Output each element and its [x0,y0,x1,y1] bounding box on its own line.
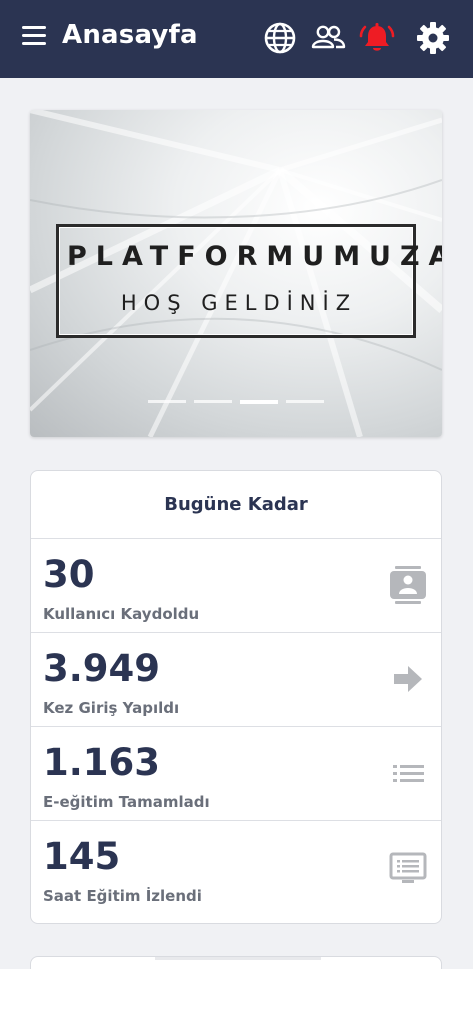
banner-heading: PLATFORMUMUZA [67,241,442,272]
list-icon [389,753,427,793]
carousel-dot[interactable] [194,400,232,403]
stat-label: Kez Giriş Yapıldı [43,699,180,717]
arrow-right-icon [389,659,427,699]
welcome-banner-carousel[interactable]: PLATFORMUMUZA HOŞ GELDİNİZ [30,110,442,437]
next-card-handle [155,957,321,960]
carousel-dot-active[interactable] [240,400,278,404]
main-content: PLATFORMUMUZA HOŞ GELDİNİZ Bugüne Kadar … [0,78,473,969]
banner-welcome-frame: PLATFORMUMUZA HOŞ GELDİNİZ [56,224,442,338]
stats-card: Bugüne Kadar 30 Kullanıcı Kaydoldu 3.949… [30,470,442,924]
stats-card-title: Bugüne Kadar [31,471,441,539]
stat-value: 30 [43,553,95,596]
monitor-icon [389,847,427,887]
carousel-dot[interactable] [286,400,324,403]
stat-value: 3.949 [43,647,161,690]
stat-row-registered-users: 30 Kullanıcı Kaydoldu [31,539,441,633]
stat-row-logins: 3.949 Kez Giriş Yapıldı [31,633,441,727]
next-card [30,956,442,969]
carousel-dot[interactable] [148,400,186,403]
stat-value: 145 [43,835,121,878]
menu-icon[interactable] [22,26,48,48]
alarm-bell-icon[interactable] [359,20,395,56]
stat-value: 1.163 [43,741,161,784]
gear-icon[interactable] [415,20,451,56]
stat-label: Saat Eğitim İzlendi [43,887,202,905]
stat-row-elearning-completed: 1.163 E-eğitim Tamamladı [31,727,441,821]
users-icon[interactable] [310,20,346,56]
page-title: Anasayfa [62,20,198,50]
stat-label: Kullanıcı Kaydoldu [43,605,200,623]
contact-card-icon [389,565,427,605]
app-header: Anasayfa [0,0,473,78]
stat-row-hours-watched: 145 Saat Eğitim İzlendi [31,821,441,915]
stat-label: E-eğitim Tamamladı [43,793,210,811]
banner-subheading: HOŞ GELDİNİZ [120,291,358,315]
globe-icon[interactable] [262,20,298,56]
carousel-indicators [148,400,328,404]
